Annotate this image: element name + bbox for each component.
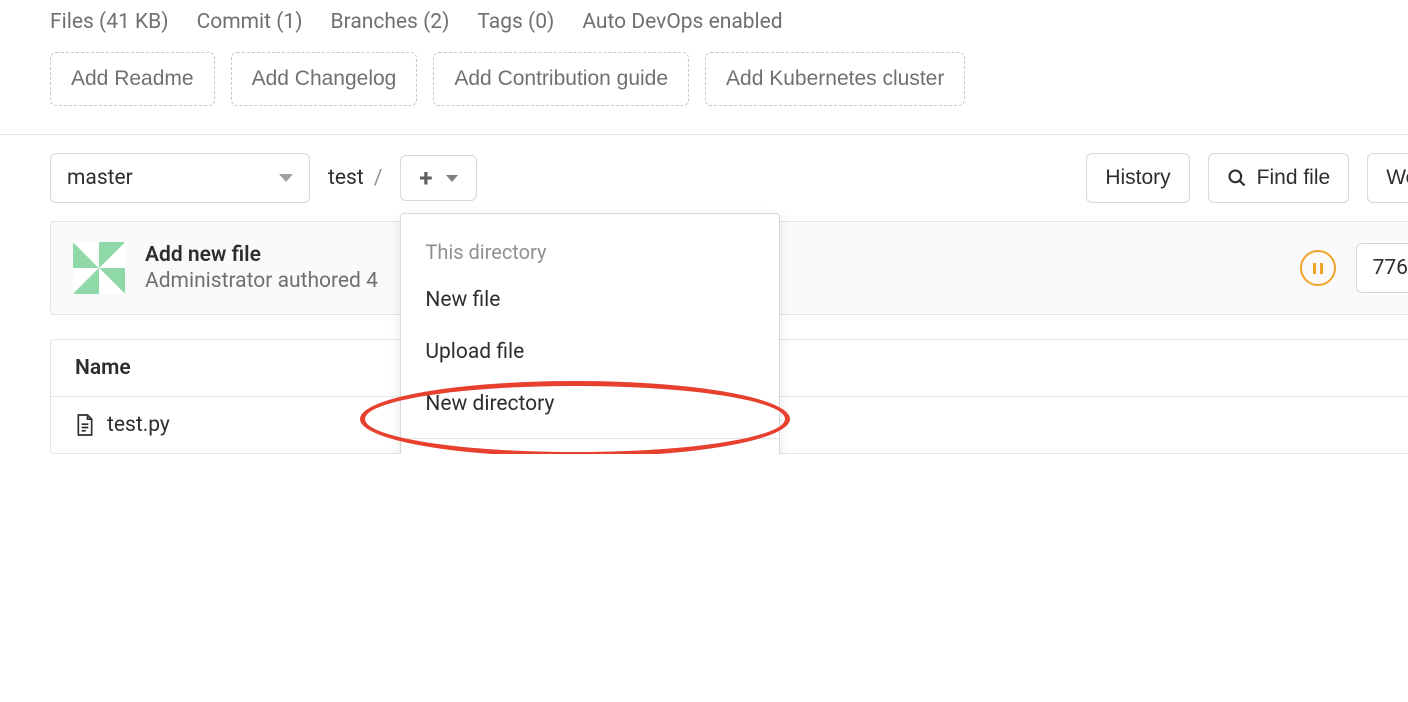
add-changelog-button[interactable]: Add Changelog: [231, 52, 418, 106]
find-file-button-label: Find file: [1257, 166, 1331, 190]
avatar: [73, 242, 125, 294]
history-button[interactable]: History: [1086, 153, 1189, 203]
project-stats: Files (41 KB) Commit (1) Branches (2) Ta…: [50, 0, 1408, 52]
pause-icon: [1313, 263, 1323, 274]
add-kubernetes-cluster-button[interactable]: Add Kubernetes cluster: [705, 52, 965, 106]
chevron-down-icon: [446, 175, 458, 182]
pipeline-status-icon[interactable]: [1300, 250, 1336, 286]
dropdown-divider: [401, 438, 779, 439]
file-name: test.py: [107, 413, 170, 437]
add-dropdown-button[interactable]: +: [400, 155, 477, 201]
stats-files[interactable]: Files (41 KB): [50, 10, 169, 34]
web-ide-button[interactable]: Web: [1367, 153, 1408, 203]
chevron-down-icon: [279, 174, 293, 182]
search-icon: [1227, 168, 1247, 188]
dropdown-section-directory: This directory: [401, 226, 779, 274]
add-contribution-guide-button[interactable]: Add Contribution guide: [433, 52, 689, 106]
history-button-label: History: [1105, 166, 1170, 190]
file-icon: [75, 413, 95, 437]
controls-row: master test / + This directory New file …: [50, 135, 1408, 221]
stats-devops[interactable]: Auto DevOps enabled: [582, 10, 782, 34]
stats-commit[interactable]: Commit (1): [197, 10, 303, 34]
breadcrumb-separator: /: [374, 166, 383, 190]
find-file-button[interactable]: Find file: [1208, 153, 1350, 203]
add-buttons-row: Add Readme Add Changelog Add Contributio…: [50, 52, 1408, 134]
add-dropdown-menu: This directory New file Upload file New …: [400, 213, 780, 454]
commit-sha[interactable]: 776: [1356, 243, 1408, 293]
breadcrumb-path[interactable]: test: [328, 166, 364, 190]
menu-new-directory[interactable]: New directory: [401, 378, 779, 430]
stats-branches[interactable]: Branches (2): [331, 10, 450, 34]
branch-select[interactable]: master: [50, 153, 310, 203]
dropdown-section-repository: This repository: [401, 447, 779, 454]
stats-tags[interactable]: Tags (0): [477, 10, 554, 34]
plus-icon: +: [419, 166, 432, 190]
add-readme-button[interactable]: Add Readme: [50, 52, 215, 106]
web-ide-button-label: Web: [1386, 166, 1408, 190]
menu-upload-file[interactable]: Upload file: [401, 326, 779, 378]
menu-new-file[interactable]: New file: [401, 274, 779, 326]
breadcrumb: test /: [328, 166, 382, 190]
branch-select-label: master: [67, 166, 133, 190]
